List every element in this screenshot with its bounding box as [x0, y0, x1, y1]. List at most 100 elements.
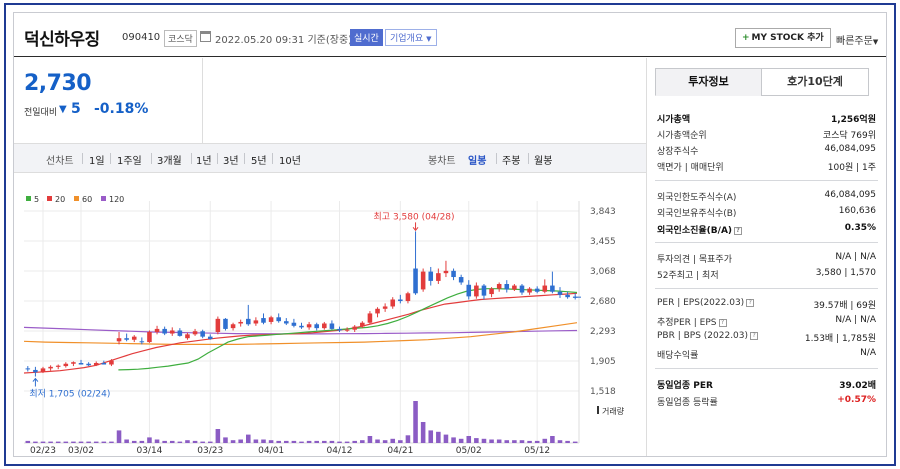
candle-body — [230, 324, 236, 329]
volume-bar — [185, 440, 190, 443]
candle-body — [291, 322, 297, 326]
info-label: 투자의견 | 목표주가 — [657, 255, 732, 265]
info-label: 시가총액순위 — [657, 131, 707, 141]
legend-label: 120 — [109, 195, 124, 204]
volume-bar — [55, 441, 61, 443]
volume-bar — [48, 441, 53, 443]
candle-body — [86, 363, 91, 366]
candle-body — [489, 288, 494, 295]
volume-bar — [124, 439, 129, 443]
candle-body — [504, 284, 510, 290]
info-label: 동일업종 등락률 — [657, 398, 718, 408]
candle-body — [299, 325, 304, 328]
info-label: 외국인한도주식수(A) — [657, 193, 737, 203]
volume-bar — [63, 441, 69, 443]
candle-body — [398, 299, 403, 302]
candle-body — [436, 273, 441, 281]
candle-body — [253, 320, 259, 324]
period-weekly[interactable]: 주봉 — [502, 152, 520, 167]
x-tick-label: 03/02 — [68, 446, 94, 456]
period-5y[interactable]: 5년 — [251, 152, 267, 167]
period-1d[interactable]: 1일 — [89, 152, 105, 167]
stock-widget: 덕신하우징 090410 코스닥 2022.05.20 09:31 기준(장중)… — [13, 12, 887, 457]
volume-bar — [200, 441, 205, 443]
divider — [217, 153, 218, 164]
legend-label: 60 — [82, 195, 92, 204]
y-tick-label: 3,455 — [590, 237, 616, 247]
tab-order-book[interactable]: 호가10단계 — [761, 68, 869, 96]
period-daily[interactable]: 일봉 — [468, 152, 486, 167]
info-label: 액면가 | 매매단위 — [657, 163, 724, 173]
info-row: 액면가 | 매매단위 100원 | 1주 — [657, 158, 876, 174]
info-value: N/A — [860, 348, 876, 358]
y-tick-label: 2,293 — [590, 327, 616, 337]
candle-body — [200, 331, 205, 337]
quote-datetime: 2022.05.20 09:31 기준(장중) — [215, 35, 353, 46]
candle-body — [458, 277, 464, 283]
candle-body — [268, 317, 274, 322]
volume-bar — [162, 440, 167, 443]
candle-body — [428, 271, 434, 281]
candle-body — [154, 328, 160, 333]
candle-body — [169, 330, 175, 334]
candle-body — [413, 268, 418, 294]
candle-body — [519, 285, 525, 293]
candle-body — [55, 365, 61, 367]
candle-body — [93, 362, 99, 366]
help-icon[interactable]: ? — [750, 331, 759, 340]
period-monthly[interactable]: 월봉 — [534, 152, 552, 167]
line-chart-label[interactable]: 선차트 — [46, 152, 74, 167]
period-3y[interactable]: 3년 — [223, 152, 239, 167]
info-row: 52주최고 | 최저 3,580 | 1,570 — [657, 266, 876, 282]
period-3m[interactable]: 3개월 — [157, 152, 182, 167]
candle-body — [314, 324, 319, 329]
candle-body — [382, 306, 388, 309]
candle-body — [63, 363, 69, 367]
divider — [110, 153, 111, 164]
realtime-button[interactable]: 실시간 — [350, 29, 383, 46]
volume-bar — [489, 439, 494, 443]
y-tick-label: 3,843 — [590, 207, 616, 217]
candle-body — [337, 328, 342, 331]
volume-bar — [238, 439, 243, 443]
chevron-down-icon: ▼ — [426, 35, 432, 43]
period-1y[interactable]: 1년 — [196, 152, 212, 167]
volume-bar — [344, 441, 350, 443]
volume-bar — [131, 440, 137, 443]
info-label: 시가총액 — [657, 115, 691, 125]
company-overview-dropdown[interactable]: 기업개요 ▼ — [385, 29, 437, 46]
volume-bar — [139, 440, 145, 443]
volume-bar — [458, 438, 464, 443]
volume-bar — [93, 441, 99, 443]
volume-bar — [33, 441, 38, 443]
add-mystock-button[interactable]: + MY STOCK 추가 — [735, 28, 831, 48]
candlestick-chart[interactable]: 3,843 3,455 3,068 2,680 2,293 1,905 1,518 02/23… — [14, 173, 646, 457]
help-icon[interactable]: ? — [746, 298, 755, 307]
candle-body — [420, 271, 426, 290]
volume-bar — [299, 441, 304, 443]
info-label: PBR | BPS (2022.03)? — [657, 331, 759, 341]
stock-name[interactable]: 덕신하우징 — [24, 25, 100, 50]
legend-label: 20 — [55, 195, 65, 204]
candle-body — [238, 321, 243, 324]
volume-bar — [542, 438, 548, 443]
volume-bar — [215, 429, 221, 443]
volume-bar — [253, 439, 259, 443]
price-summary: 2,730 전일대비 ▼ 5 -0.18% — [14, 58, 203, 143]
quick-order-button[interactable]: 빠른주문▼ — [836, 32, 878, 47]
divider — [272, 153, 273, 164]
period-10y[interactable]: 10년 — [279, 152, 301, 167]
info-label: 추정PER | EPS? — [657, 315, 727, 328]
tab-investment-info[interactable]: 투자정보 — [655, 68, 762, 96]
change-label: 전일대비 — [24, 108, 58, 118]
help-icon[interactable]: ? — [718, 318, 727, 327]
volume-bar — [534, 440, 540, 443]
help-icon[interactable]: ? — [734, 226, 743, 235]
divider — [244, 153, 245, 164]
candle-chart-label[interactable]: 봉차트 — [428, 152, 456, 167]
divider — [496, 153, 497, 164]
x-tick-label: 03/14 — [136, 446, 162, 456]
period-1w[interactable]: 1주일 — [117, 152, 142, 167]
info-label: 외국인보유주식수(B) — [657, 209, 737, 219]
info-row: 투자의견 | 목표주가 N/A | N/A — [657, 250, 876, 266]
